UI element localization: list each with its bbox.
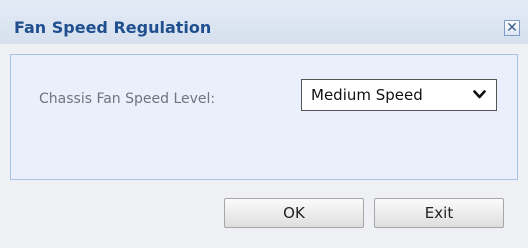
dialog-title: Fan Speed Regulation: [14, 18, 212, 37]
settings-panel: Chassis Fan Speed Level: Medium Speed: [10, 54, 518, 180]
ok-button[interactable]: OK: [224, 198, 364, 228]
fan-speed-level-label: Chassis Fan Speed Level:: [39, 91, 216, 107]
close-button[interactable]: ✕: [504, 20, 520, 36]
fan-speed-dialog: Fan Speed Regulation ✕ Chassis Fan Speed…: [0, 0, 528, 248]
dialog-titlebar: Fan Speed Regulation ✕: [0, 0, 528, 44]
fan-speed-level-select[interactable]: Medium Speed: [301, 79, 497, 111]
exit-button[interactable]: Exit: [374, 198, 504, 228]
chevron-down-icon: [473, 90, 486, 99]
close-icon: ✕: [506, 20, 518, 36]
fan-speed-level-value: Medium Speed: [311, 86, 423, 104]
